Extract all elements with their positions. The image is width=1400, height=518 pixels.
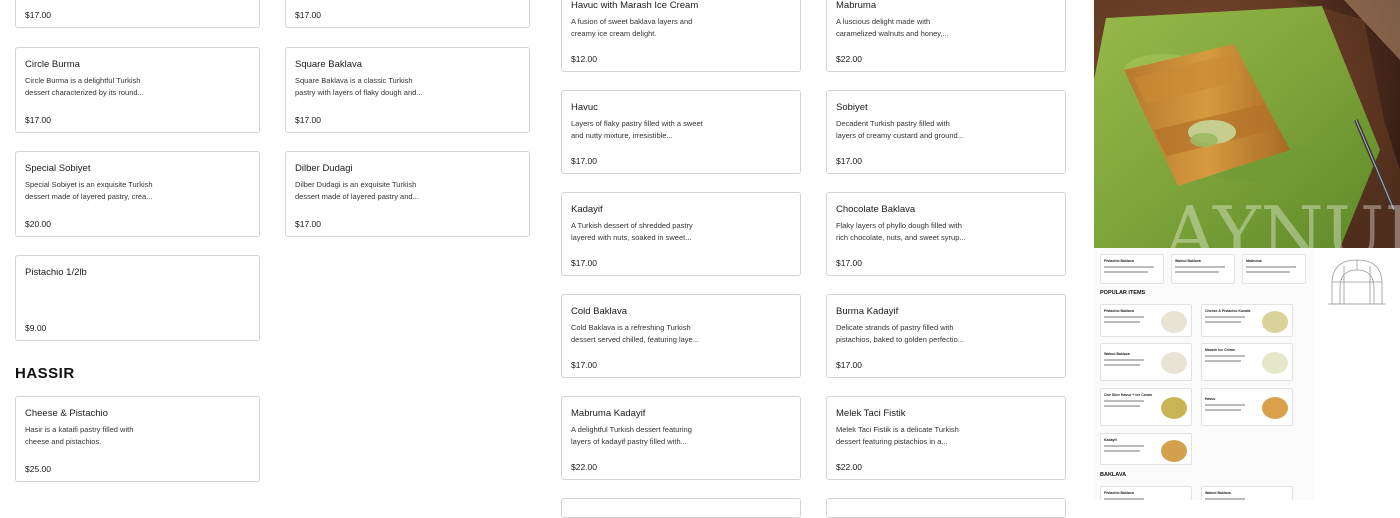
item-description: Special Sobiyet is an exquisite Turkish … bbox=[25, 180, 153, 201]
item-price: $17.00 bbox=[571, 258, 597, 268]
item-price: $20.00 bbox=[25, 219, 51, 229]
menu-item-card[interactable]: Pistachio 1/2lb $9.00 bbox=[15, 255, 260, 341]
item-description: Flaky layers of phyllo dough filled with… bbox=[836, 221, 966, 242]
item-title: Dilber Dudagi bbox=[295, 163, 353, 174]
item-description: Melek Taci Fistik is a delicate Turkish … bbox=[836, 425, 959, 446]
menu-item-card[interactable]: Havuc Layers of flaky pastry filled with… bbox=[561, 90, 801, 174]
preview-card: Havuc bbox=[1201, 388, 1293, 426]
item-price: $9.00 bbox=[25, 323, 47, 333]
preview-card: Pistachio Baklava bbox=[1100, 254, 1164, 284]
item-price: $17.00 bbox=[25, 10, 51, 20]
preview-card: Cheese & Pistachio Kunafa bbox=[1201, 304, 1293, 337]
item-description: Circle Burma is a delightful Turkish des… bbox=[25, 76, 144, 97]
item-price: $17.00 bbox=[836, 156, 862, 166]
menu-item-card[interactable]: $17.00 bbox=[15, 0, 260, 28]
preview-card: Walnut Baklava bbox=[1100, 343, 1192, 381]
item-title: Square Baklava bbox=[295, 59, 363, 70]
item-description: Delicate strands of pastry filled with p… bbox=[836, 323, 964, 344]
item-title: Mabruma bbox=[836, 0, 877, 11]
item-description: Square Baklava is a classic Turkish past… bbox=[295, 76, 423, 97]
item-title: Cheese & Pistachio bbox=[25, 408, 108, 419]
item-description: Layers of flaky pastry filled with a swe… bbox=[571, 119, 703, 140]
menu-item-card[interactable]: Havuc with Marash Ice Cream A fusion of … bbox=[561, 0, 801, 72]
item-price: $22.00 bbox=[836, 462, 862, 472]
item-description: A delightful Turkish dessert featuring l… bbox=[571, 425, 692, 446]
item-price: $22.00 bbox=[571, 462, 597, 472]
menu-item-card[interactable]: Cold Baklava Cold Baklava is a refreshin… bbox=[561, 294, 801, 378]
preview-card: Pistachio Baklava bbox=[1100, 486, 1192, 500]
item-title: Sobiyet bbox=[836, 102, 868, 113]
menu-item-card[interactable]: $17.00 bbox=[285, 0, 530, 28]
item-price: $17.00 bbox=[295, 10, 321, 20]
preview-card: Kadayif bbox=[1100, 433, 1192, 465]
item-title: Cold Baklava bbox=[571, 306, 627, 317]
item-title: Circle Burma bbox=[25, 59, 80, 70]
preview-card: Walnut Baklava bbox=[1171, 254, 1235, 284]
menu-item-card[interactable]: Chocolate Baklava Flaky layers of phyllo… bbox=[826, 192, 1066, 276]
menu-item-card[interactable]: Mabruma A luscious delight made with car… bbox=[826, 0, 1066, 72]
preview-card: Marash Ice Cream bbox=[1201, 343, 1293, 381]
section-title-hassir: HASSIR bbox=[15, 365, 75, 382]
preview-heading-popular: POPULAR ITEMS bbox=[1100, 290, 1146, 296]
preview-card: One Slice Havuc + Ice Cream bbox=[1100, 388, 1192, 426]
item-title: Melek Taci Fistik bbox=[836, 408, 906, 419]
item-title: Chocolate Baklava bbox=[836, 204, 916, 215]
item-description: A Turkish dessert of shredded pastry lay… bbox=[571, 221, 693, 242]
menu-item-card[interactable]: Square Baklava Square Baklava is a class… bbox=[285, 47, 530, 133]
menu-item-card[interactable]: Mabruma Kadayif A delightful Turkish des… bbox=[561, 396, 801, 480]
menu-item-card[interactable]: Circle Burma Circle Burma is a delightfu… bbox=[15, 47, 260, 133]
item-price: $17.00 bbox=[836, 258, 862, 268]
item-price: $22.00 bbox=[836, 54, 862, 64]
menu-item-card[interactable]: Burma Kadayif Delicate strands of pastry… bbox=[826, 294, 1066, 378]
menu-item-card[interactable]: Kadayif A Turkish dessert of shredded pa… bbox=[561, 192, 801, 276]
item-title: Mabruma Kadayif bbox=[571, 408, 646, 419]
item-title: Special Sobiyet bbox=[25, 163, 91, 174]
menu-item-card[interactable]: Dilber Dudagi Dilber Dudagi is an exquis… bbox=[285, 151, 530, 237]
item-description: Cold Baklava is a refreshing Turkish des… bbox=[571, 323, 699, 344]
preview-card: Mabruma bbox=[1242, 254, 1306, 284]
item-price: $17.00 bbox=[836, 360, 862, 370]
item-price: $17.00 bbox=[295, 115, 321, 125]
menu-item-card[interactable]: Cheese & Pistachio Hasir is a kataifi pa… bbox=[15, 396, 260, 482]
preview-card: Walnut Baklava bbox=[1201, 486, 1293, 500]
menu-item-card[interactable] bbox=[561, 498, 801, 518]
menu-item-card[interactable] bbox=[826, 498, 1066, 518]
menu-item-card[interactable]: Melek Taci Fistik Melek Taci Fistik is a… bbox=[826, 396, 1066, 480]
item-price: $17.00 bbox=[25, 115, 51, 125]
preview-heading-baklava: BAKLAVA bbox=[1100, 472, 1127, 478]
menu-item-card[interactable]: Special Sobiyet Special Sobiyet is an ex… bbox=[15, 151, 260, 237]
hero-food-photo: AYNUR bbox=[1094, 0, 1400, 248]
item-title: Havuc with Marash Ice Cream bbox=[571, 0, 699, 11]
item-title: Kadayif bbox=[571, 204, 603, 215]
item-title: Pistachio 1/2lb bbox=[25, 267, 87, 278]
item-description: A luscious delight made with caramelized… bbox=[836, 17, 949, 38]
item-price: $25.00 bbox=[25, 464, 51, 474]
menu-item-card[interactable]: Sobiyet Decadent Turkish pastry filled w… bbox=[826, 90, 1066, 174]
item-title: Havuc bbox=[571, 102, 598, 113]
item-description: Dilber Dudagi is an exquisite Turkish de… bbox=[295, 180, 419, 201]
item-title: Burma Kadayif bbox=[836, 306, 899, 317]
item-description: A fusion of sweet baklava layers and cre… bbox=[571, 17, 693, 38]
preview-card: Pistachio Baklava bbox=[1100, 304, 1192, 337]
decorative-oven-illustration bbox=[1314, 248, 1400, 500]
menu-preview-thumbnails: Pistachio Baklava Walnut Baklava Mabruma… bbox=[1094, 248, 1314, 500]
item-price: $12.00 bbox=[571, 54, 597, 64]
svg-text:AYNUR: AYNUR bbox=[1163, 191, 1400, 248]
item-description: Hasir is a kataifi pastry filled with ch… bbox=[25, 425, 134, 446]
item-description: Decadent Turkish pastry filled with laye… bbox=[836, 119, 964, 140]
item-price: $17.00 bbox=[571, 156, 597, 166]
item-price: $17.00 bbox=[295, 219, 321, 229]
item-price: $17.00 bbox=[571, 360, 597, 370]
